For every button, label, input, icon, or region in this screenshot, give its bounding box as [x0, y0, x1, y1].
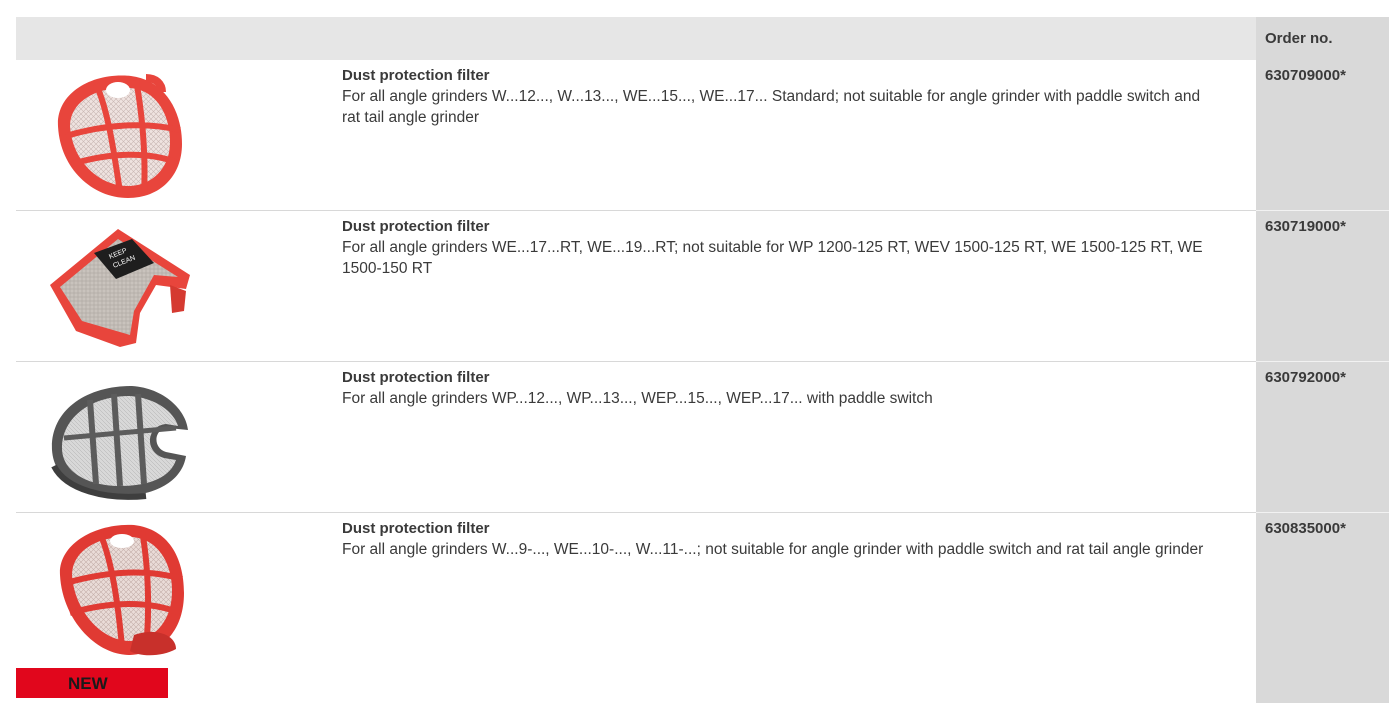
order-number: 630719000* — [1265, 218, 1346, 235]
product-description: Dust protection filter For all angle gri… — [342, 368, 1222, 409]
order-number-header-label: Order no. — [1265, 30, 1333, 47]
product-compatibility-text: For all angle grinders WE...17...RT, WE.… — [342, 239, 1203, 277]
keep-clean-filter-icon: KEEP CLEAN — [50, 229, 190, 347]
order-number-header: Order no. — [1256, 17, 1389, 60]
product-image-red-dust-filter — [36, 64, 196, 204]
table-row: Dust protection filter For all angle gri… — [16, 60, 1389, 211]
table-row: Dust protection filter For all angle gri… — [16, 513, 1389, 664]
product-compatibility-text: For all angle grinders W...9-..., WE...1… — [342, 541, 1204, 558]
gray-mesh-filter-icon — [51, 386, 188, 500]
red-mesh-filter-icon — [57, 74, 182, 198]
product-title: Dust protection filter — [342, 369, 490, 386]
product-description: Dust protection filter For all angle gri… — [342, 217, 1222, 279]
order-number: 630835000* — [1265, 520, 1346, 537]
product-title: Dust protection filter — [342, 520, 490, 537]
product-image-gray-dust-filter — [36, 366, 196, 506]
product-compatibility-text: For all angle grinders W...12..., W...13… — [342, 88, 1201, 126]
table-header — [16, 17, 1389, 60]
product-description: Dust protection filter For all angle gri… — [342, 66, 1222, 128]
red-mesh-filter-new-icon — [59, 524, 184, 656]
product-image-keep-clean-filter: KEEP CLEAN — [36, 215, 196, 355]
product-title: Dust protection filter — [342, 67, 490, 84]
order-number: 630709000* — [1265, 67, 1346, 84]
order-number: 630792000* — [1265, 369, 1346, 386]
product-image-red-dust-filter-new — [36, 517, 196, 657]
product-title: Dust protection filter — [342, 218, 490, 235]
table-row: Dust protection filter For all angle gri… — [16, 362, 1389, 513]
product-description: Dust protection filter For all angle gri… — [342, 519, 1222, 560]
accessory-catalog-table: Order no. Dust protection filter For all… — [16, 17, 1389, 703]
table-row: KEEP CLEAN Dust protection filter For al… — [16, 211, 1389, 362]
new-badge-label: NEW — [68, 674, 108, 693]
new-badge: NEW — [16, 668, 168, 698]
product-compatibility-text: For all angle grinders WP...12..., WP...… — [342, 390, 933, 407]
